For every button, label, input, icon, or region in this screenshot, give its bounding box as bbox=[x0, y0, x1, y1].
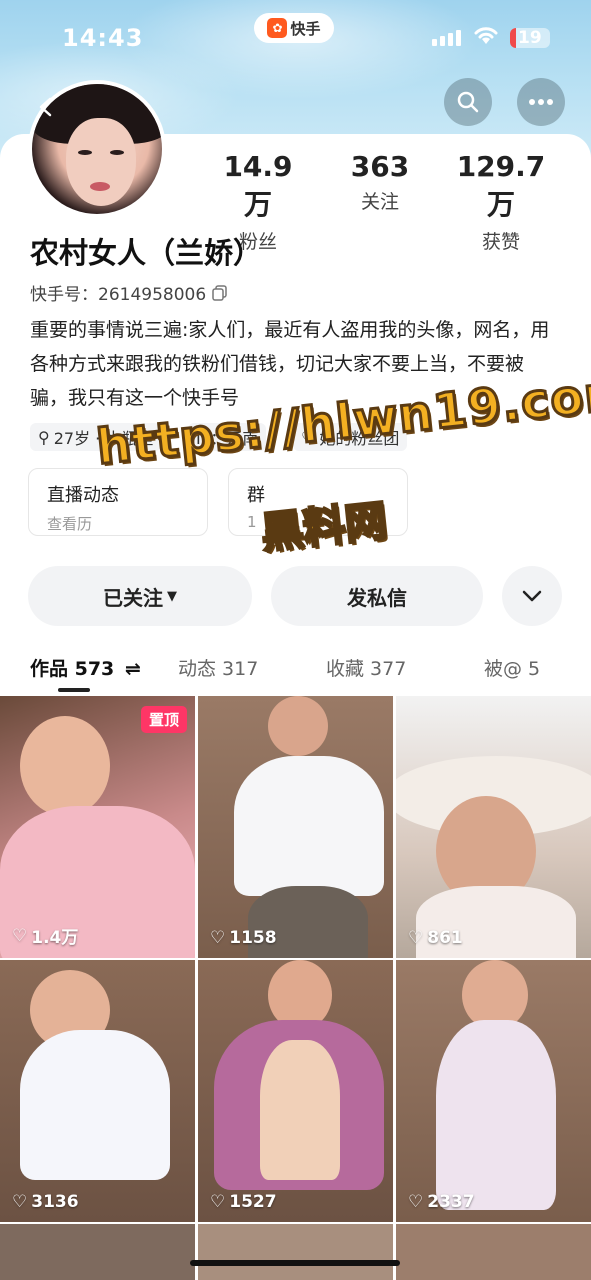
live-updates-card[interactable]: 直播动态 查看历 bbox=[28, 468, 208, 536]
stat-value: 129.7万 bbox=[456, 150, 546, 221]
video-thumbnail[interactable]: ♡ 1527 bbox=[198, 960, 393, 1222]
like-count: ♡ 1.4万 bbox=[12, 925, 79, 949]
stat-following[interactable]: 363 关注 bbox=[336, 150, 424, 214]
message-button[interactable]: 发私信 bbox=[271, 566, 483, 626]
caret-down-icon: ▼ bbox=[167, 588, 177, 604]
content-tabs: 作品 573 ⇌ 动态 317 收藏 377 被@ 5 bbox=[0, 648, 591, 694]
zodiac-icon: ⚲ bbox=[38, 427, 50, 447]
search-icon bbox=[457, 91, 479, 113]
stat-likes[interactable]: 129.7万 获赞 bbox=[446, 150, 556, 254]
stat-value: 14.9万 bbox=[223, 150, 293, 221]
follow-button[interactable]: 已关注 ▼ bbox=[28, 566, 252, 626]
kuaishou-logo-icon: ✿ bbox=[267, 18, 288, 38]
video-thumbnail[interactable]: ♡ 861 bbox=[396, 696, 591, 958]
app-badge[interactable]: ✿ 快手 bbox=[254, 13, 334, 43]
like-count: ♡ 3136 bbox=[12, 1192, 79, 1212]
battery-level: 19 bbox=[518, 28, 542, 48]
search-button[interactable] bbox=[444, 78, 492, 126]
chevron-down-icon bbox=[522, 590, 542, 602]
heart-icon: ♡ bbox=[12, 1192, 28, 1212]
follow-label: 已关注 bbox=[103, 585, 163, 610]
video-thumbnail[interactable]: ♡ 1158 bbox=[198, 696, 393, 958]
app-name: 快手 bbox=[290, 19, 321, 38]
pinned-badge: 置顶 bbox=[140, 706, 187, 733]
video-thumbnail[interactable] bbox=[396, 1224, 591, 1280]
status-time: 14:43 bbox=[62, 24, 144, 52]
heart-icon: ♡ bbox=[210, 1192, 226, 1212]
swap-icon: ⇌ bbox=[124, 658, 141, 680]
expand-button[interactable] bbox=[502, 566, 562, 626]
wifi-icon bbox=[474, 27, 498, 44]
video-thumbnail[interactable]: 置顶 ♡ 1.4万 bbox=[0, 696, 195, 958]
heart-icon: ♡ bbox=[408, 928, 424, 948]
home-indicator[interactable] bbox=[190, 1260, 400, 1266]
tab-label: 作品 573 bbox=[30, 658, 115, 680]
kuaishou-id[interactable]: 快手号：2614958006 bbox=[30, 280, 228, 305]
tab-works[interactable]: 作品 573 ⇌ bbox=[30, 654, 141, 681]
copy-icon[interactable] bbox=[212, 284, 228, 301]
heart-icon: ♡ bbox=[210, 928, 226, 948]
kuaishou-id-text: 快手号：2614958006 bbox=[30, 285, 207, 305]
card-title: 直播动态 bbox=[47, 485, 119, 506]
like-count: ♡ 861 bbox=[408, 928, 463, 948]
more-dots-icon bbox=[529, 99, 553, 105]
message-label: 发私信 bbox=[347, 585, 407, 610]
status-bar: 14:43 ✿ 快手 19 bbox=[0, 0, 591, 80]
like-count: ♡ 2337 bbox=[408, 1192, 475, 1212]
tab-mentions[interactable]: 被@ 5 bbox=[484, 654, 540, 681]
tab-indicator bbox=[58, 688, 90, 692]
heart-icon: ♡ bbox=[12, 925, 28, 946]
like-count: ♡ 1527 bbox=[210, 1192, 277, 1212]
stat-label: 关注 bbox=[360, 191, 399, 213]
like-count: ♡ 1158 bbox=[210, 928, 277, 948]
heart-icon: ♡ bbox=[408, 1192, 424, 1212]
tab-moments[interactable]: 动态 317 bbox=[178, 654, 258, 681]
video-thumbnail[interactable]: ♡ 3136 bbox=[0, 960, 195, 1222]
stat-label: 获赞 bbox=[481, 231, 520, 253]
signal-icon bbox=[432, 30, 461, 46]
more-button[interactable] bbox=[517, 78, 565, 126]
card-subtitle: 查看历 bbox=[47, 515, 93, 533]
video-thumbnail[interactable]: ♡ 2337 bbox=[396, 960, 591, 1222]
back-icon[interactable] bbox=[36, 96, 58, 118]
video-grid: 置顶 ♡ 1.4万 ♡ 1158 ♡ 861 ♡ 3136 ♡ 1527 ♡ 2337 bbox=[0, 696, 591, 1280]
battery-icon: 19 bbox=[510, 28, 550, 48]
video-thumbnail[interactable] bbox=[198, 1224, 393, 1280]
video-thumbnail[interactable] bbox=[0, 1224, 195, 1280]
stat-value: 363 bbox=[350, 150, 410, 183]
tab-favorites[interactable]: 收藏 377 bbox=[326, 654, 406, 681]
profile-name: 农村女人（兰娇） bbox=[30, 236, 263, 270]
